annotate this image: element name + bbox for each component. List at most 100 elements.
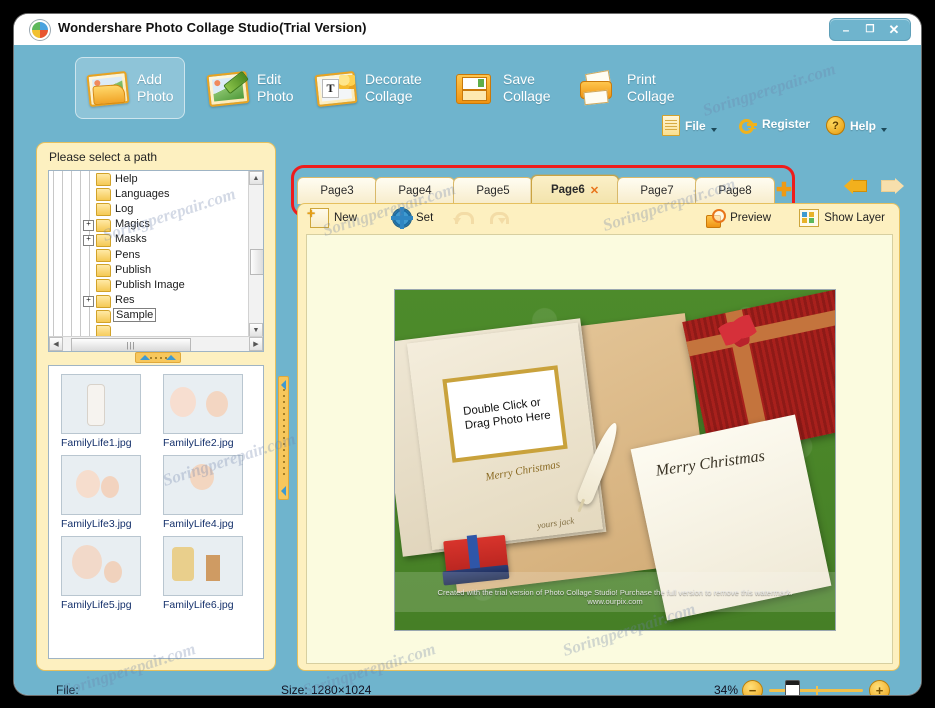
expand-icon[interactable]: + [83, 295, 94, 307]
save-collage-button[interactable]: Save Collage [442, 58, 560, 118]
thumbnail-caption: FamilyLife6.jpg [163, 599, 234, 611]
scroll-down-icon[interactable]: ▼ [249, 323, 263, 337]
decorate-collage-icon: T [314, 70, 358, 108]
zoom-slider-track[interactable] [769, 679, 863, 695]
right-arrow-icon[interactable] [879, 176, 904, 196]
tree-item[interactable]: + Res [49, 293, 249, 308]
file-menu-button[interactable]: File [662, 115, 717, 136]
scroll-thumb[interactable]: ||| [71, 338, 191, 351]
splitter-left-arrow-icon [140, 355, 150, 360]
decorate-collage-button[interactable]: T Decorate Collage [304, 58, 432, 118]
tree-item-label: Sample [113, 308, 157, 323]
main-toolbar: Add Photo Edit Photo T Decorate Collage … [14, 45, 921, 139]
expand-icon[interactable]: + [83, 219, 94, 231]
add-photo-line1: Add [137, 71, 162, 87]
help-button[interactable]: ? Help [826, 116, 888, 135]
thumbnail-caption: FamilyLife2.jpg [163, 437, 234, 449]
folder-icon [96, 218, 111, 232]
thumbnail-item[interactable]: FamilyLife2.jpg [163, 374, 251, 449]
scroll-thumb[interactable] [250, 249, 263, 275]
tree-vertical-scrollbar[interactable]: ▲ ▼ [248, 171, 263, 337]
minimize-button[interactable]: – [835, 21, 857, 38]
tree-item[interactable] [49, 323, 249, 337]
redo-icon [488, 210, 509, 226]
tab-page6[interactable]: Page6 ✕ [531, 175, 619, 204]
thumbnail-item[interactable]: FamilyLife3.jpg [61, 455, 149, 530]
show-layer-button[interactable]: Show Layer [799, 209, 885, 227]
scroll-up-icon[interactable]: ▲ [249, 171, 263, 185]
tree-item[interactable]: + Magics [49, 217, 249, 232]
tree-item[interactable]: Help [49, 171, 249, 186]
window-title: Wondershare Photo Collage Studio(Trial V… [58, 20, 367, 35]
thumbnail-caption: FamilyLife1.jpg [61, 437, 132, 449]
thumbnail-image [163, 455, 243, 515]
thumbnail-caption: FamilyLife4.jpg [163, 518, 234, 530]
tab-page3[interactable]: Page3 [297, 177, 377, 204]
save-collage-icon [452, 71, 494, 105]
zoom-out-button[interactable]: − [742, 679, 763, 695]
horizontal-splitter[interactable] [135, 352, 181, 363]
folder-icon [96, 188, 111, 202]
thumbnail-image [163, 536, 243, 596]
question-icon: ? [826, 116, 845, 135]
photo-drop-slot[interactable]: Double Click or Drag Photo Here [442, 365, 568, 463]
tab-label: Page5 [476, 185, 510, 197]
thumbnail-item[interactable]: FamilyLife4.jpg [163, 455, 251, 530]
tree-horizontal-scrollbar[interactable]: ◀ ||| ▶ [49, 336, 263, 351]
scroll-right-icon[interactable]: ▶ [249, 337, 263, 351]
close-icon[interactable]: ✕ [590, 184, 599, 197]
undo-icon [453, 210, 474, 226]
folder-tree[interactable]: Help Languages Log + Magics + Masks Pens… [48, 170, 264, 352]
tab-page7[interactable]: Page7 [617, 177, 697, 204]
set-button[interactable]: Set [391, 207, 433, 229]
folder-icon [96, 309, 111, 323]
tree-item[interactable]: + Masks [49, 232, 249, 247]
app-root: Wondershare Photo Collage Studio(Trial V… [0, 0, 935, 708]
photo-drop-text: Double Click or Drag Photo Here [458, 395, 552, 434]
tab-label: Page8 [718, 185, 752, 197]
tree-item[interactable]: Publish Image [49, 277, 249, 293]
tab-label: Page3 [320, 185, 354, 197]
edit-photo-button[interactable]: Edit Photo [196, 58, 304, 118]
panel-title: Please select a path [49, 150, 158, 164]
vertical-splitter[interactable] [278, 376, 289, 500]
add-page-button[interactable]: ✚ [773, 179, 795, 201]
tree-item[interactable]: Pens [49, 247, 249, 262]
zoom-in-button[interactable]: + [869, 679, 890, 695]
redo-button[interactable] [488, 210, 509, 226]
expand-icon[interactable]: + [83, 234, 94, 246]
tab-page4[interactable]: Page4 [375, 177, 455, 204]
zoom-slider-control[interactable]: − + [742, 678, 890, 695]
page-tab-strip: Page3 Page4 Page5 Page6 ✕ Page7 Page8 ✚ [297, 173, 792, 204]
add-photo-button[interactable]: Add Photo [76, 58, 184, 118]
tree-item[interactable]: Languages [49, 186, 249, 202]
new-button[interactable]: New [307, 206, 357, 228]
collage-canvas[interactable]: Double Click or Drag Photo Here Merry Ch… [306, 234, 893, 664]
scroll-left-icon[interactable]: ◀ [49, 337, 63, 351]
tab-page5[interactable]: Page5 [453, 177, 533, 204]
thumbnail-image [163, 374, 243, 434]
register-button[interactable]: Register [739, 116, 810, 134]
zoom-slider-handle[interactable] [785, 679, 800, 695]
left-panel: Please select a path Help Languages Log … [36, 142, 276, 671]
print-collage-button[interactable]: Print Collage [566, 58, 684, 118]
tree-item-label: Languages [115, 187, 170, 200]
close-button[interactable]: ✕ [883, 21, 905, 38]
left-arrow-icon[interactable] [844, 176, 869, 196]
edit-photo-line1: Edit [257, 71, 282, 87]
tree-item[interactable]: Log [49, 201, 249, 217]
new-page-icon [307, 206, 329, 228]
thumbnail-list[interactable]: FamilyLife1.jpg FamilyLife2.jpg FamilyLi… [48, 365, 264, 659]
preview-button[interactable]: Preview [705, 209, 771, 228]
zoom-percent-label: 34% [713, 683, 738, 695]
tree-item[interactable]: Publish [49, 262, 249, 278]
collage-page[interactable]: Double Click or Drag Photo Here Merry Ch… [395, 290, 835, 630]
tree-item-selected[interactable]: Sample [49, 308, 249, 323]
title-bar: Wondershare Photo Collage Studio(Trial V… [14, 14, 921, 45]
maximize-button[interactable]: ❐ [859, 21, 881, 38]
tab-page8[interactable]: Page8 [695, 177, 775, 204]
thumbnail-item[interactable]: FamilyLife6.jpg [163, 536, 251, 611]
thumbnail-item[interactable]: FamilyLife5.jpg [61, 536, 149, 611]
thumbnail-item[interactable]: FamilyLife1.jpg [61, 374, 149, 449]
undo-button[interactable] [453, 210, 474, 226]
